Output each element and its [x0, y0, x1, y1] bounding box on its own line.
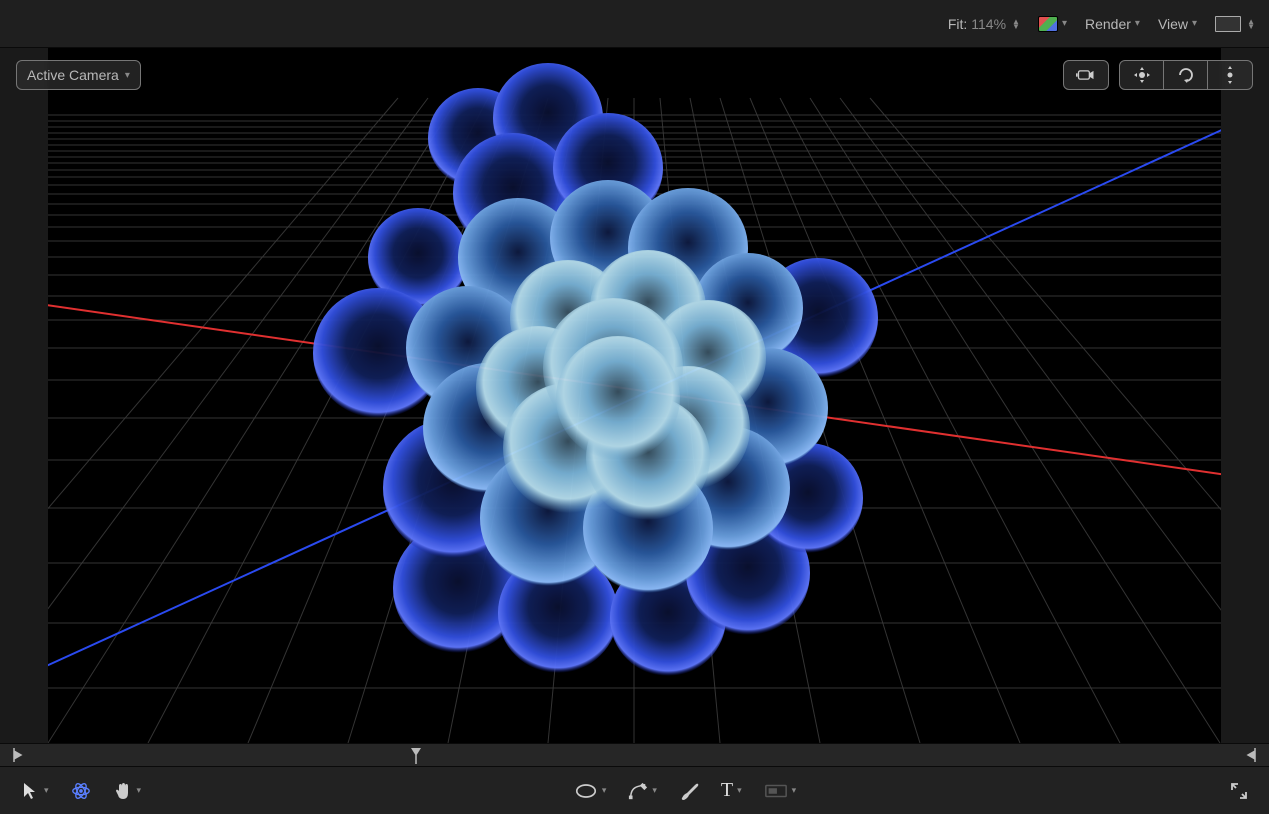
chevron-down-icon: ▾: [1192, 18, 1197, 29]
dolly-icon: [1220, 65, 1240, 85]
rectangle-icon: [1215, 16, 1241, 32]
stepper-icon: ▲▼: [1012, 19, 1020, 29]
viewport[interactable]: Active Camera ▾: [0, 48, 1269, 743]
chevron-down-icon: ▾: [652, 785, 657, 796]
chevron-down-icon: ▾: [125, 70, 130, 81]
palette-icon: [1038, 16, 1058, 32]
mask-tool[interactable]: ▾: [760, 775, 801, 807]
mask-rect-icon: [764, 781, 788, 801]
camera-menu[interactable]: Active Camera ▾: [16, 60, 141, 90]
out-point-marker[interactable]: [1245, 746, 1257, 767]
chevron-down-icon: ▾: [1135, 18, 1140, 29]
mini-timeline[interactable]: [0, 743, 1269, 766]
select-tool[interactable]: ▾: [16, 775, 53, 807]
playhead-marker[interactable]: [410, 746, 422, 767]
viewport-gutter-right: [1221, 48, 1269, 743]
chevron-down-icon: ▾: [44, 785, 49, 796]
brush-tool[interactable]: [675, 775, 703, 807]
playhead-icon: [410, 746, 422, 764]
viewport-gutter-left: [0, 48, 48, 743]
viewer-top-bar: Fit: 114% ▲▼ ▾ Render ▾ View ▾ ▲▼: [0, 0, 1269, 48]
expand-icon: [1229, 781, 1249, 801]
in-point-marker[interactable]: [12, 746, 24, 767]
pointer-icon: [20, 781, 40, 801]
render-menu[interactable]: Render ▾: [1085, 16, 1140, 32]
view-menu[interactable]: View ▾: [1158, 16, 1197, 32]
pan-control[interactable]: [1120, 61, 1164, 89]
fullscreen-button[interactable]: [1225, 775, 1253, 807]
atom-icon: [71, 781, 91, 801]
chevron-down-icon: ▾: [737, 785, 742, 796]
stepper-icon: ▲▼: [1247, 19, 1255, 29]
fit-control[interactable]: Fit: 114% ▲▼: [948, 16, 1020, 32]
chevron-down-icon: ▾: [602, 785, 607, 796]
chevron-down-icon: ▾: [137, 785, 142, 796]
dolly-control[interactable]: [1208, 61, 1252, 89]
pen-icon: [628, 781, 648, 801]
scene-render: [48, 48, 1221, 743]
orbit-icon: [1176, 65, 1196, 85]
pan-icon: [1132, 65, 1152, 85]
camera-view-icon: [1076, 65, 1096, 85]
fit-value: 114%: [971, 16, 1006, 32]
shape-tool[interactable]: ▾: [570, 775, 611, 807]
in-point-icon: [12, 746, 24, 764]
pen-tool[interactable]: ▾: [624, 775, 661, 807]
out-point-icon: [1245, 746, 1257, 764]
chevron-down-icon: ▾: [1062, 18, 1067, 29]
view-label: View: [1158, 16, 1188, 32]
3d-transform-tool[interactable]: [67, 775, 95, 807]
orbit-control[interactable]: [1164, 61, 1208, 89]
color-channel-menu[interactable]: ▾: [1038, 16, 1067, 32]
view-layout-menu[interactable]: ▲▼: [1215, 16, 1255, 32]
ellipse-icon: [574, 781, 598, 801]
brush-icon: [679, 781, 699, 801]
hand-icon: [113, 781, 133, 801]
text-icon: T: [721, 779, 733, 802]
pan-tool[interactable]: ▾: [109, 775, 146, 807]
tool-toolbar: ▾ ▾ ▾ ▾ T ▾ ▾: [0, 766, 1269, 814]
frame-camera-button[interactable]: [1063, 60, 1109, 90]
text-tool[interactable]: T ▾: [717, 775, 746, 807]
chevron-down-icon: ▾: [792, 785, 797, 796]
nav-control-group: [1119, 60, 1253, 90]
camera-menu-label: Active Camera: [27, 67, 119, 83]
fit-label: Fit:: [948, 16, 967, 32]
render-label: Render: [1085, 16, 1131, 32]
